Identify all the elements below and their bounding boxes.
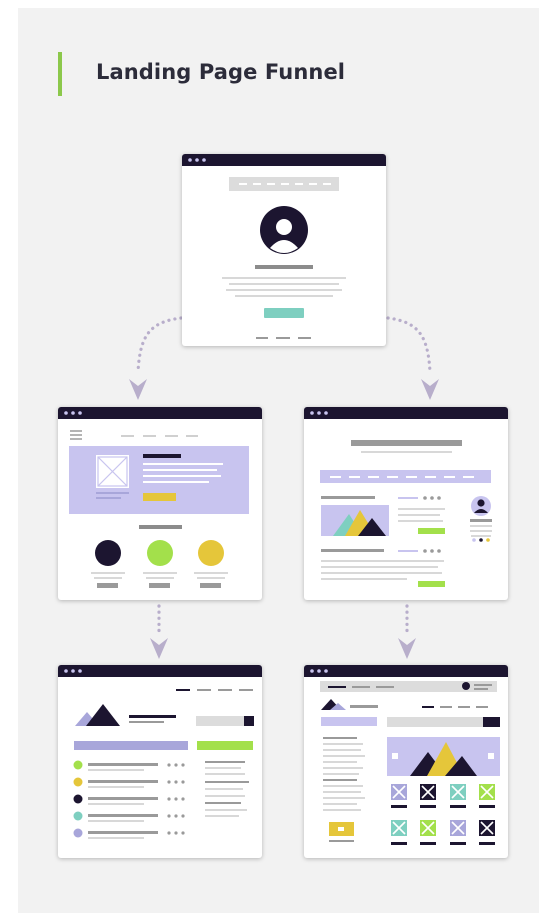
hero-image-icon <box>387 737 500 776</box>
author-avatar-icon <box>471 496 491 516</box>
cta-button <box>143 493 176 501</box>
video-thumbnail-icon <box>329 822 354 836</box>
profile-avatar-icon <box>260 206 308 254</box>
window-landing-page <box>182 154 386 346</box>
connector-landing-to-article <box>386 316 432 374</box>
arrow-down-icon <box>150 638 168 659</box>
user-avatar-icon <box>462 682 470 690</box>
feature-dark-icon <box>95 540 121 566</box>
arrow-down-icon <box>398 638 416 659</box>
window-list-page <box>58 665 262 858</box>
cta-button <box>264 308 304 318</box>
arrow-down-icon <box>421 379 439 400</box>
window-controls-icon <box>64 411 82 415</box>
more-dots-icon <box>423 496 441 500</box>
window-controls-icon <box>188 158 206 162</box>
pagination-dots-icon <box>472 538 490 542</box>
feature-yellow-icon <box>198 540 224 566</box>
more-dots-icon <box>423 549 441 553</box>
window-controls-icon <box>310 411 328 415</box>
search-bar <box>196 716 244 726</box>
window-controls-icon <box>64 669 82 673</box>
top-nav-bar <box>320 681 497 692</box>
window-gallery-page <box>304 665 508 858</box>
feature-lime-icon <box>147 540 173 566</box>
image-placeholder-icon <box>96 455 129 488</box>
connector-landing-to-product <box>136 316 183 374</box>
funnel-diagram <box>58 154 508 858</box>
arrow-down-icon <box>129 379 147 400</box>
window-product-page <box>58 407 262 600</box>
landscape-image-icon <box>321 505 389 536</box>
window-controls-icon <box>310 669 328 673</box>
search-bar <box>387 717 483 727</box>
window-article-page <box>304 407 508 600</box>
